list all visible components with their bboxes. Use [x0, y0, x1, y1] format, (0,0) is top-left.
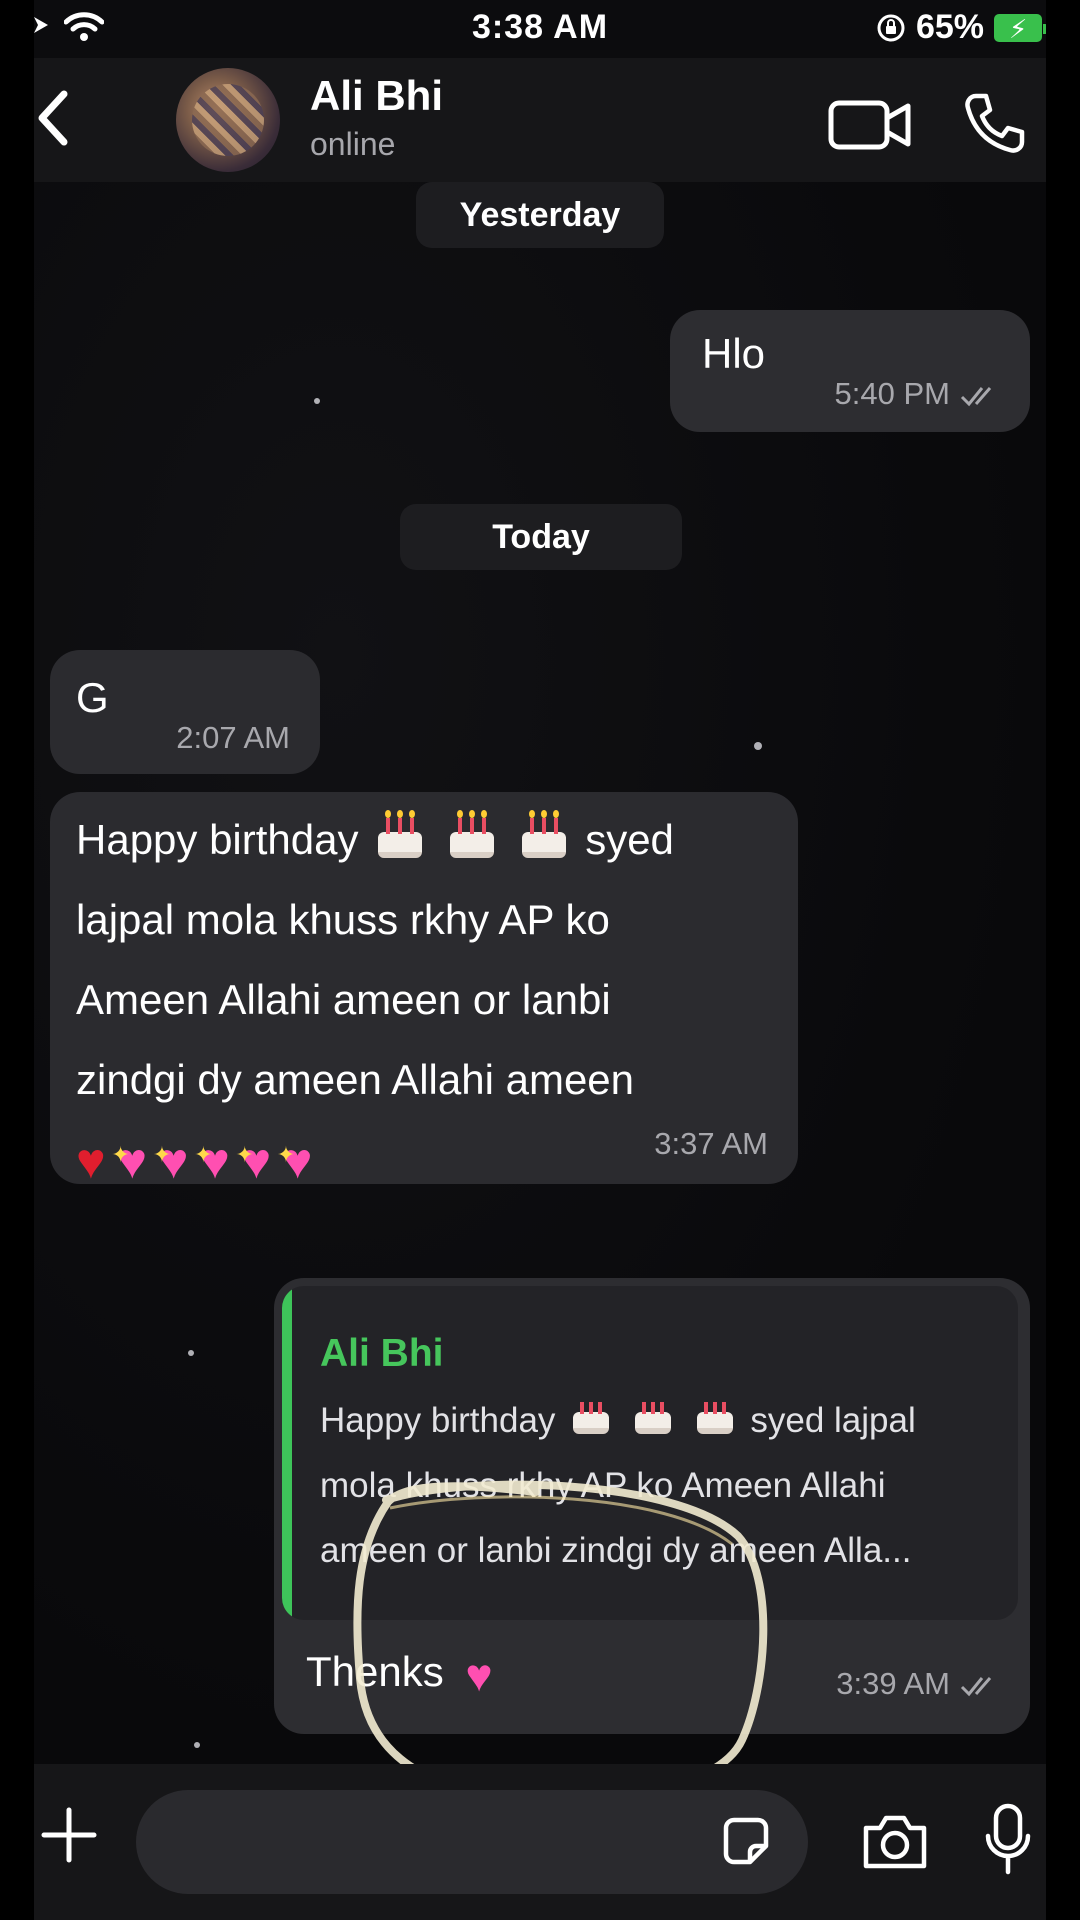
message-bubble-incoming[interactable]: G 2:07 AM	[50, 650, 320, 774]
quoted-line: mola khuss rkhy AP ko Ameen Allahi	[320, 1466, 886, 1505]
read-receipt-icon	[960, 386, 992, 407]
quoted-segment: Happy birthday	[320, 1401, 556, 1440]
message-segment: Thenks	[306, 1648, 444, 1695]
message-text: Hlo	[702, 330, 766, 377]
video-camera-icon[interactable]	[828, 98, 912, 152]
sparkling-heart-emoji: ✦ ♥	[276, 1132, 313, 1189]
message-text: G	[76, 674, 109, 721]
growing-heart-emoji: ♥	[465, 1648, 493, 1701]
background-dot	[194, 1742, 200, 1748]
message-segment: syed	[585, 816, 674, 863]
message-time: 3:39 AM	[836, 1666, 1000, 1702]
birthday-cake-emoji	[569, 1394, 613, 1438]
quoted-segment: syed lajpal	[750, 1401, 916, 1440]
message-segment: Happy birthday	[76, 816, 359, 863]
sparkling-heart-emoji: ✦ ♥	[152, 1132, 189, 1189]
contact-status: online	[310, 126, 396, 162]
background-dot	[188, 1350, 194, 1356]
message-text: Thenks ♥	[306, 1642, 493, 1705]
background-dot	[314, 398, 320, 404]
sparkling-heart-emoji: ✦ ♥	[194, 1132, 230, 1189]
message-line: zindgi dy ameen Allahi ameen	[76, 1056, 635, 1103]
message-time-label: 3:39 AM	[836, 1666, 950, 1701]
message-bubble-outgoing-reply[interactable]: Ali Bhi Happy birthday syed lajpal mola …	[274, 1278, 1030, 1734]
battery-percent: 65%	[915, 8, 984, 46]
message-bubble-incoming[interactable]: Happy birthday syed lajpal mola khuss rk…	[50, 792, 798, 1189]
birthday-cake-emoji	[693, 1394, 737, 1438]
contact-name[interactable]: Ali Bhi	[310, 72, 443, 120]
chat-screen: 3:38 AM 65% ⚡ Ali Bhi online Yesterday H…	[34, 0, 1046, 1920]
message-list[interactable]: Yesterday Hlo 5:40 PM Today G 2:07 AM Ha…	[34, 182, 1046, 1764]
quoted-message[interactable]: Ali Bhi Happy birthday syed lajpal mola …	[282, 1286, 1018, 1620]
message-line: lajpal mola khuss rkhy AP ko	[76, 896, 610, 943]
status-bar: 3:38 AM 65% ⚡	[34, 0, 1046, 58]
quoted-sender-name: Ali Bhi	[320, 1332, 444, 1375]
birthday-cake-emoji	[518, 810, 570, 862]
birthday-cake-emoji	[631, 1394, 675, 1438]
plus-icon[interactable]	[38, 1804, 100, 1866]
message-input[interactable]	[136, 1790, 808, 1894]
message-time: 3:37 AM	[654, 1126, 768, 1161]
sticker-icon[interactable]	[718, 1814, 774, 1870]
microphone-icon[interactable]	[984, 1802, 1032, 1878]
message-line: Happy birthday syed	[76, 800, 786, 880]
message-time-label: 5:40 PM	[834, 376, 950, 411]
sparkling-heart-emoji: ✦ ♥	[235, 1132, 272, 1189]
message-bubble-outgoing[interactable]: Hlo 5:40 PM	[670, 310, 1030, 432]
message-time: 5:40 PM	[835, 376, 1000, 412]
date-separator-yesterday: Yesterday	[416, 182, 664, 248]
avatar[interactable]	[176, 68, 280, 172]
camera-icon[interactable]	[860, 1812, 930, 1872]
sparkling-heart-emoji: ✦ ♥	[111, 1132, 148, 1189]
quoted-line: ameen or lanbi zindgi dy ameen Alla...	[320, 1531, 912, 1570]
read-receipt-icon	[960, 1676, 992, 1697]
quoted-line: Happy birthday syed lajpal	[320, 1388, 1010, 1453]
quoted-text: Happy birthday syed lajpal mola khuss rk…	[320, 1388, 1010, 1583]
orientation-lock-icon	[877, 14, 905, 41]
back-chevron-icon[interactable]	[34, 88, 74, 148]
message-time: 2:07 AM	[176, 720, 290, 755]
birthday-cake-emoji	[446, 810, 498, 862]
red-heart-emoji: ♥	[76, 1132, 106, 1189]
background-dot	[754, 742, 762, 750]
battery-icon: ⚡	[994, 13, 1046, 44]
status-right: 65% ⚡	[876, 8, 1046, 47]
composer-bar	[34, 1764, 1046, 1920]
chat-header: Ali Bhi online	[34, 58, 1046, 182]
birthday-cake-emoji	[374, 810, 426, 862]
quote-accent-bar	[282, 1286, 292, 1620]
phone-icon[interactable]	[962, 92, 1026, 156]
message-line: Ameen Allahi ameen or lanbi	[76, 976, 611, 1023]
date-separator-today: Today	[400, 504, 682, 570]
